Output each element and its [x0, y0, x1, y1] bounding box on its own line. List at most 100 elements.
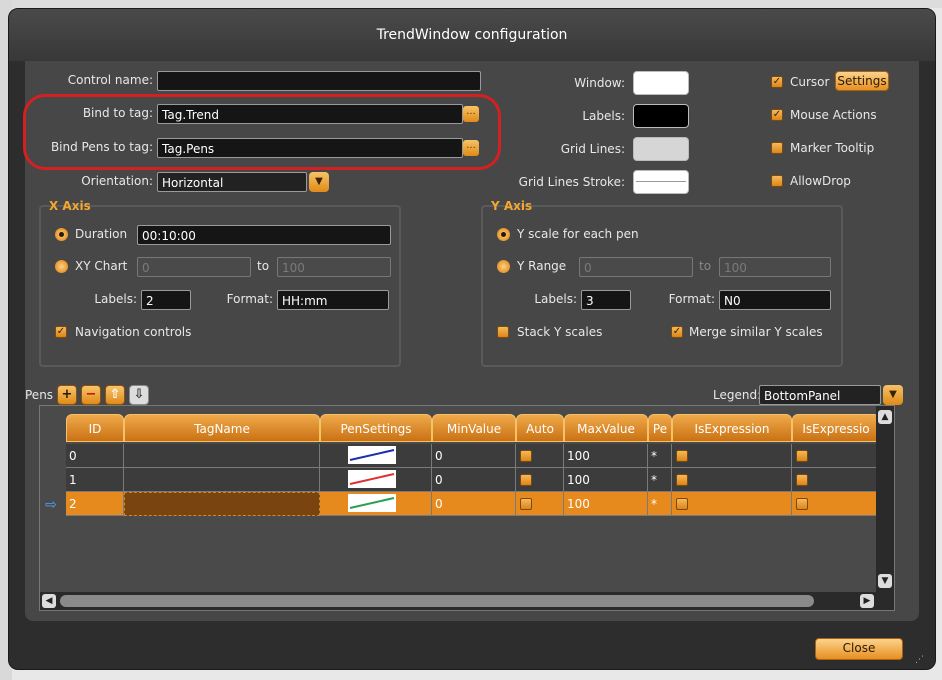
x-format-label: Format: [226, 292, 273, 306]
allow-drop-label: AllowDrop [790, 174, 851, 188]
grid-horizontal-scrollbar[interactable]: ◀ ▶ [40, 592, 894, 610]
cursor-label: Cursor [790, 75, 830, 89]
cell-isexpression-2[interactable] [792, 444, 880, 468]
cursor-checkbox[interactable]: ✓ [771, 76, 783, 88]
isexpression-checkbox[interactable] [676, 450, 688, 462]
cell-tagname[interactable] [124, 492, 320, 516]
legend-dropdown-icon[interactable]: ▼ [883, 385, 903, 405]
x-axis-group: X Axis Duration 00:10:00 XY Chart 0 to 1… [39, 199, 401, 367]
cell-id[interactable]: 1 [66, 468, 124, 492]
y-range-radio[interactable] [497, 260, 510, 273]
cell-minvalue[interactable]: 0 [432, 492, 516, 516]
cell-pe[interactable]: * [648, 492, 672, 516]
marker-tooltip-checkbox[interactable] [771, 142, 783, 154]
y-labels-input[interactable]: 3 [581, 290, 631, 310]
col-header-tagname[interactable]: TagName [124, 414, 320, 442]
col-header-isexpression-2[interactable]: IsExpressio [792, 414, 880, 442]
cell-pe[interactable]: * [648, 468, 672, 492]
pen-line-icon [349, 449, 395, 461]
scroll-thumb[interactable] [60, 595, 814, 607]
cell-id[interactable]: 2 [66, 492, 124, 516]
col-header-minvalue[interactable]: MinValue [432, 414, 516, 442]
pen-line-icon [349, 497, 395, 509]
cell-pe[interactable]: * [648, 444, 672, 468]
cell-pensettings[interactable] [320, 492, 432, 516]
cell-isexpression[interactable] [672, 468, 792, 492]
isexpression-2-checkbox[interactable] [796, 498, 808, 510]
pen-preview [348, 470, 396, 488]
xy-to-input[interactable]: 100 [277, 257, 391, 277]
cell-isexpression-2[interactable] [792, 492, 880, 516]
allow-drop-checkbox[interactable] [771, 175, 783, 187]
cell-isexpression[interactable] [672, 444, 792, 468]
orientation-dropdown-icon[interactable]: ▼ [309, 172, 329, 192]
pen-line-icon [349, 473, 395, 485]
close-button[interactable]: Close [815, 638, 903, 660]
scroll-up-icon[interactable]: ▲ [878, 410, 892, 424]
y-scale-each-pen-radio[interactable] [497, 228, 510, 241]
cell-auto[interactable] [516, 492, 564, 516]
cell-maxvalue[interactable]: 100 [564, 444, 648, 468]
isexpression-checkbox[interactable] [676, 474, 688, 486]
mouse-actions-checkbox[interactable]: ✓ [771, 109, 783, 121]
isexpression-checkbox[interactable] [676, 498, 688, 510]
col-header-id[interactable]: ID [66, 414, 124, 442]
cell-minvalue[interactable]: 0 [432, 444, 516, 468]
x-format-input[interactable]: HH:mm [277, 290, 389, 310]
scroll-left-icon[interactable]: ◀ [42, 594, 56, 608]
cell-maxvalue[interactable]: 100 [564, 468, 648, 492]
grid-vertical-scrollbar[interactable]: ▲ ▼ [876, 406, 894, 594]
col-header-auto[interactable]: Auto [516, 414, 564, 442]
cell-auto[interactable] [516, 468, 564, 492]
cell-minvalue[interactable]: 0 [432, 468, 516, 492]
title-bar[interactable]: TrendWindow configuration [9, 9, 935, 61]
xy-from-input[interactable]: 0 [137, 257, 251, 277]
grid-lines-stroke-label: Grid Lines Stroke: [518, 175, 625, 189]
remove-pen-button[interactable]: − [81, 385, 101, 405]
labels-color-swatch[interactable] [633, 104, 689, 128]
cell-isexpression-2[interactable] [792, 468, 880, 492]
legend-select[interactable]: BottomPanel [759, 385, 881, 405]
orientation-select[interactable]: Horizontal [157, 172, 307, 192]
cell-id[interactable]: 0 [66, 444, 124, 468]
isexpression-2-checkbox[interactable] [796, 474, 808, 486]
scroll-down-icon[interactable]: ▼ [878, 574, 892, 588]
duration-radio[interactable] [55, 228, 68, 241]
resize-grip-icon[interactable]: ⋰ [915, 655, 929, 665]
x-labels-input[interactable]: 2 [141, 290, 191, 310]
y-format-input[interactable]: N0 [719, 290, 831, 310]
dialog-title: TrendWindow configuration [376, 27, 568, 43]
merge-y-scales-checkbox[interactable]: ✓ [671, 326, 683, 338]
cell-pensettings[interactable] [320, 444, 432, 468]
move-pen-down-button[interactable]: ⇩ [129, 385, 149, 405]
y-range-from-input[interactable]: 0 [579, 257, 693, 277]
cell-maxvalue[interactable]: 100 [564, 492, 648, 516]
auto-checkbox[interactable] [520, 498, 532, 510]
add-pen-button[interactable]: + [57, 385, 77, 405]
window-color-swatch[interactable] [633, 71, 689, 95]
control-name-input[interactable] [157, 71, 481, 91]
col-header-maxvalue[interactable]: MaxValue [564, 414, 648, 442]
y-range-to-input[interactable]: 100 [719, 257, 831, 277]
cell-pensettings[interactable] [320, 468, 432, 492]
cell-tagname[interactable] [124, 468, 320, 492]
nav-controls-checkbox[interactable]: ✓ [55, 326, 67, 338]
duration-input[interactable]: 00:10:00 [137, 225, 391, 245]
isexpression-2-checkbox[interactable] [796, 450, 808, 462]
col-header-pensettings[interactable]: PenSettings [320, 414, 432, 442]
cell-isexpression[interactable] [672, 492, 792, 516]
control-name-label: Control name: [67, 73, 153, 87]
cell-tagname[interactable] [124, 444, 320, 468]
grid-lines-color-swatch[interactable] [633, 137, 689, 161]
stack-y-scales-checkbox[interactable] [497, 326, 509, 338]
col-header-isexpression[interactable]: IsExpression [672, 414, 792, 442]
scroll-right-icon[interactable]: ▶ [860, 594, 874, 608]
move-pen-up-button[interactable]: ⇧ [105, 385, 125, 405]
xy-chart-radio[interactable] [55, 260, 68, 273]
cursor-settings-button[interactable]: Settings [835, 71, 889, 91]
auto-checkbox[interactable] [520, 474, 532, 486]
cell-auto[interactable] [516, 444, 564, 468]
grid-lines-stroke-swatch[interactable] [633, 170, 689, 194]
col-header-pe[interactable]: Pe [648, 414, 672, 442]
auto-checkbox[interactable] [520, 450, 532, 462]
